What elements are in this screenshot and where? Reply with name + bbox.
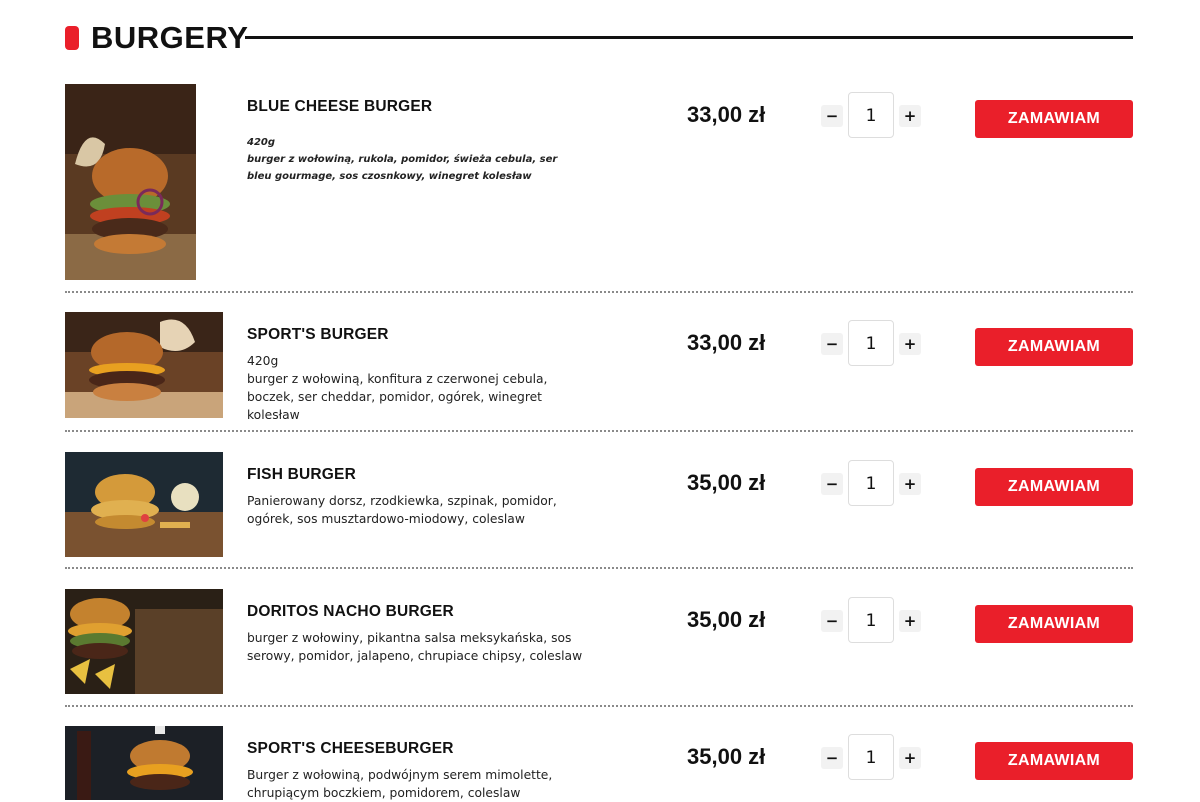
burger-photo [65,452,223,557]
minus-icon[interactable]: − [821,333,843,355]
item-price: 33,00 zł [687,330,766,355]
item-weight: 420g [247,354,279,368]
section-title: BURGERY [91,20,249,55]
menu-item-sports-cheeseburger: SPORT'S CHEESEBURGER Burger z wołowiną, … [65,726,1133,800]
menu-item-sports-burger: SPORT'S BURGER 420g burger z wołowiną, k… [65,312,1133,422]
order-button[interactable]: ZAMAWIAM [975,328,1133,366]
order-button[interactable]: ZAMAWIAM [975,100,1133,138]
quantity-input[interactable]: 1 [848,460,894,506]
burger-photo [65,589,223,694]
plus-icon[interactable]: + [899,473,921,495]
order-button[interactable]: ZAMAWIAM [975,605,1133,643]
quantity-input[interactable]: 1 [848,320,894,366]
item-price: 35,00 zł [687,470,766,495]
item-weight: 420g [247,137,276,148]
item-divider [65,567,1133,569]
plus-icon[interactable]: + [899,105,921,127]
burger-photo [65,84,196,280]
minus-icon[interactable]: − [821,473,843,495]
item-price: 33,00 zł [687,102,766,127]
item-name: FISH BURGER [247,466,356,483]
quantity-input[interactable]: 1 [848,92,894,138]
item-divider [65,430,1133,432]
plus-icon[interactable]: + [899,747,921,769]
minus-icon[interactable]: − [821,747,843,769]
item-name: BLUE CHEESE BURGER [247,98,433,115]
quantity-stepper: − 1 + [821,320,925,368]
order-button[interactable]: ZAMAWIAM [975,468,1133,506]
minus-icon[interactable]: − [821,105,843,127]
quantity-stepper: − 1 + [821,734,925,782]
quantity-input[interactable]: 1 [848,597,894,643]
item-description: burger z wołowiną, rukola, pomidor, świe… [247,154,558,182]
item-description: burger z wołowiną, konfitura z czerwonej… [247,372,548,422]
menu-item-fish-burger: FISH BURGER Panierowany dorsz, rzodkiewk… [65,452,1133,558]
item-description: Panierowany dorsz, rzodkiewka, szpinak, … [247,494,557,526]
section-header: BURGERY [65,18,1133,58]
plus-icon[interactable]: + [899,610,921,632]
minus-icon[interactable]: − [821,610,843,632]
item-divider [65,291,1133,293]
item-name: SPORT'S BURGER [247,326,389,343]
item-description: Burger z wołowiną, podwójnym serem mimol… [247,768,553,800]
plus-icon[interactable]: + [899,333,921,355]
quantity-input[interactable]: 1 [848,734,894,780]
item-price: 35,00 zł [687,607,766,632]
item-divider [65,705,1133,707]
order-button[interactable]: ZAMAWIAM [975,742,1133,780]
section-marker [65,26,79,50]
quantity-stepper: − 1 + [821,460,925,508]
item-name: DORITOS NACHO BURGER [247,603,454,620]
quantity-stepper: − 1 + [821,597,925,645]
burger-photo [65,312,223,418]
item-description: burger z wołowiny, pikantna salsa meksyk… [247,631,583,663]
quantity-stepper: − 1 + [821,92,925,140]
burger-photo [65,726,223,800]
menu-item-blue-cheese-burger: BLUE CHEESE BURGER 420g burger z wołowin… [65,84,1133,282]
item-name: SPORT'S CHEESEBURGER [247,740,454,757]
section-rule [245,36,1133,39]
item-price: 35,00 zł [687,744,766,769]
menu-item-doritos-nacho-burger: DORITOS NACHO BURGER burger z wołowiny, … [65,589,1133,695]
